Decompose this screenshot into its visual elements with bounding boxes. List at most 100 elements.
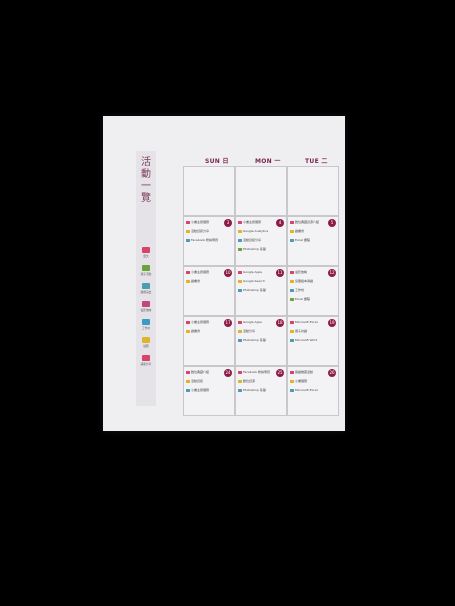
event-label: Excel 課程: [295, 297, 310, 301]
event-label: 工作坊: [295, 288, 305, 292]
day-cell[interactable]: 3 小書主題展覽 活動資訊分享 Facebook 粉絲專頁: [183, 216, 235, 266]
day-number-badge: 26: [328, 369, 336, 377]
event-label: Microsoft Excel: [295, 320, 318, 324]
event-category-icon: [290, 338, 294, 342]
event-item[interactable]: 數位資源: [238, 379, 255, 383]
event-category-icon: [290, 220, 294, 224]
event-category-icon: [290, 297, 294, 301]
event-label: 親子共讀: [295, 329, 308, 333]
event-item[interactable]: Photoshop 基礎: [238, 247, 266, 251]
day-number-badge: 10: [224, 269, 232, 277]
tool-icon: [142, 319, 150, 325]
event-item[interactable]: 小書主題展覽: [186, 270, 209, 274]
star-icon: [142, 265, 150, 271]
event-label: 小書展覽: [295, 379, 308, 383]
day-cell[interactable]: 12 電影放映兒童繪本導讀 工作坊 Excel 課程: [287, 266, 339, 316]
event-label: 閱讀推廣活動: [295, 370, 314, 374]
day-cell[interactable]: [235, 166, 287, 216]
day-number-badge: 25: [276, 369, 284, 377]
day-number-badge: 19: [328, 319, 336, 327]
day-cell[interactable]: 5 數位典藏資源介紹 讀書會 Excel 課程: [287, 216, 339, 266]
legend-label: 講座分享: [140, 362, 152, 366]
event-label: 數位資源: [243, 379, 256, 383]
event-category-icon: [186, 388, 190, 392]
event-item[interactable]: Microsoft Excel: [290, 320, 318, 324]
event-item[interactable]: Facebook 粉絲專頁: [186, 238, 218, 242]
event-category-icon: [290, 279, 294, 283]
legend-item: 講座分享: [136, 355, 156, 366]
event-category-icon: [186, 329, 190, 333]
event-category-icon: [238, 329, 242, 333]
event-item[interactable]: Excel 課程: [290, 297, 310, 301]
event-item[interactable]: Google Search: [238, 279, 265, 283]
day-cell[interactable]: 17 小書主題展覽 讀書會: [183, 316, 235, 366]
event-label: 活動資訊: [191, 379, 204, 383]
day-number-badge: 17: [224, 319, 232, 327]
day-cell[interactable]: 4 小書主題展覽 Google Analytics 活動資訊分享 Photoshop 基…: [235, 216, 287, 266]
event-item[interactable]: 小書主題展覽: [186, 320, 209, 324]
day-cell[interactable]: 25 Facebook 粉絲專頁數位資源 Photoshop 基礎: [235, 366, 287, 416]
event-item[interactable]: 小書展覽: [290, 379, 307, 383]
event-item[interactable]: Google Analytics: [238, 229, 268, 233]
event-item[interactable]: 小書主題展覽: [186, 220, 209, 224]
event-item[interactable]: 活動資訊: [186, 379, 203, 383]
pen-icon: [142, 247, 150, 253]
event-category-icon: [290, 288, 294, 292]
day-header-sun: SUN 日: [205, 158, 229, 165]
legend-item: 工作坊: [136, 319, 156, 330]
event-item[interactable]: Photoshop 基礎: [238, 388, 266, 392]
event-item[interactable]: 活動資訊分享: [186, 229, 209, 233]
event-item[interactable]: 活動資訊分享: [238, 238, 261, 242]
day-number-badge: 12: [328, 269, 336, 277]
tea-icon: [142, 283, 150, 289]
event-item[interactable]: Microsoft Excel: [290, 388, 318, 392]
event-label: Photoshop 基礎: [243, 288, 266, 292]
event-category-icon: [186, 279, 190, 283]
event-item[interactable]: Photoshop 基礎: [238, 288, 266, 292]
event-item[interactable]: Google Apps: [238, 320, 262, 324]
event-item[interactable]: 讀書會: [186, 329, 200, 333]
event-category-icon: [238, 320, 242, 324]
day-number-badge: 4: [276, 219, 284, 227]
event-item[interactable]: Excel 課程: [290, 238, 310, 242]
event-item[interactable]: Facebook 粉絲專頁: [238, 370, 270, 374]
event-item[interactable]: 兒童繪本導讀: [290, 279, 313, 283]
event-item[interactable]: 數位典藏介紹: [186, 370, 209, 374]
event-item[interactable]: 小書主題展覽: [238, 220, 261, 224]
legend-item: 戲劇演出: [136, 283, 156, 294]
event-label: 讀書會: [191, 279, 201, 283]
legend-label: 電影放映: [140, 308, 152, 312]
event-label: 小書主題展覽: [191, 270, 210, 274]
legend-label: 藝文: [143, 254, 149, 258]
event-item[interactable]: 小書主題展覽: [186, 388, 209, 392]
event-item[interactable]: 閱讀推廣活動: [290, 370, 313, 374]
day-cell[interactable]: [183, 166, 235, 216]
day-cell[interactable]: 11 Google Apps Google Search Photoshop 基礎: [235, 266, 287, 316]
event-item[interactable]: 活動分享: [238, 329, 255, 333]
day-number-badge: 5: [328, 219, 336, 227]
event-label: 小書主題展覽: [191, 220, 210, 224]
event-category-icon: [238, 220, 242, 224]
event-category-icon: [238, 379, 242, 383]
event-category-icon: [238, 270, 242, 274]
event-category-icon: [186, 270, 190, 274]
event-item[interactable]: Photoshop 基礎: [238, 338, 266, 342]
day-cell[interactable]: 10 小書主題展覽 讀書會: [183, 266, 235, 316]
day-cell[interactable]: 26 閱讀推廣活動 小書展覽 Microsoft Excel: [287, 366, 339, 416]
day-cell[interactable]: 19 Microsoft Excel 親子共讀 Microsoft Word: [287, 316, 339, 366]
event-item[interactable]: 數位典藏資源介紹: [290, 220, 319, 224]
legend-item: 展覽: [136, 337, 156, 348]
event-item[interactable]: 讀書會: [290, 229, 304, 233]
event-item[interactable]: 工作坊: [290, 288, 304, 292]
legend-item: 藝文: [136, 247, 156, 258]
day-cell[interactable]: 18 Google Apps 活動分享 Photoshop 基礎: [235, 316, 287, 366]
event-item[interactable]: 親子共讀: [290, 329, 307, 333]
event-label: Microsoft Word: [295, 338, 318, 342]
event-item[interactable]: 電影放映: [290, 270, 307, 274]
event-item[interactable]: Microsoft Word: [290, 338, 317, 342]
day-cell[interactable]: 24 數位典藏介紹 活動資訊 小書主題展覽: [183, 366, 235, 416]
legend-sidebar: 活動一覽 藝文 親子活動 戲劇演出 電影放映 工作坊 展覽 講座分享: [136, 151, 156, 406]
event-item[interactable]: 讀書會: [186, 279, 200, 283]
day-cell[interactable]: [287, 166, 339, 216]
event-item[interactable]: Google Apps: [238, 270, 262, 274]
